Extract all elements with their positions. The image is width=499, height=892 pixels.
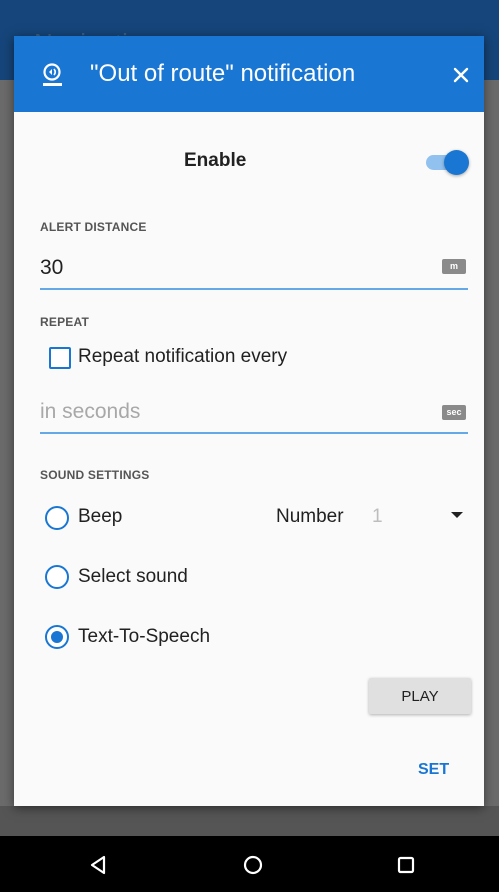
seconds-unit-badge: sec bbox=[442, 405, 466, 420]
radio-selected-dot bbox=[51, 631, 63, 643]
number-dropdown-icon[interactable] bbox=[451, 512, 463, 518]
recents-icon[interactable] bbox=[391, 850, 421, 880]
back-icon[interactable] bbox=[83, 850, 113, 880]
enable-label: Enable bbox=[184, 150, 247, 171]
play-button[interactable]: PLAY bbox=[369, 678, 471, 714]
select-sound-radio[interactable] bbox=[45, 565, 69, 589]
repeat-checkbox-label: Repeat notification every bbox=[78, 346, 288, 367]
beep-number-label: Number bbox=[276, 506, 344, 527]
out-of-route-dialog: "Out of route" notification Enable ALERT… bbox=[14, 36, 484, 806]
alert-distance-section-label: ALERT DISTANCE bbox=[40, 220, 147, 234]
sound-settings-section-label: SOUND SETTINGS bbox=[40, 468, 150, 482]
repeat-seconds-input[interactable] bbox=[40, 392, 468, 434]
speaker-alert-icon bbox=[43, 63, 62, 86]
alert-distance-input[interactable] bbox=[40, 248, 468, 290]
home-icon[interactable] bbox=[238, 850, 268, 880]
beep-radio[interactable] bbox=[45, 506, 69, 530]
switch-thumb bbox=[444, 150, 469, 175]
repeat-checkbox[interactable] bbox=[49, 347, 71, 369]
text-to-speech-radio-label: Text-To-Speech bbox=[78, 626, 211, 647]
beep-radio-label: Beep bbox=[78, 506, 123, 527]
beep-number-value: 1 bbox=[372, 506, 383, 527]
close-icon[interactable] bbox=[448, 62, 474, 88]
repeat-section-label: REPEAT bbox=[40, 315, 89, 329]
text-to-speech-radio[interactable] bbox=[45, 625, 69, 649]
dialog-title: "Out of route" notification bbox=[90, 60, 356, 87]
select-sound-radio-label: Select sound bbox=[78, 566, 188, 587]
set-button[interactable]: SET bbox=[418, 761, 449, 779]
meters-unit-badge: m bbox=[442, 259, 466, 274]
background-bottom-strip bbox=[0, 806, 499, 836]
dialog-header: "Out of route" notification bbox=[14, 36, 484, 112]
enable-switch[interactable] bbox=[424, 148, 469, 176]
system-nav-bar bbox=[0, 836, 499, 892]
